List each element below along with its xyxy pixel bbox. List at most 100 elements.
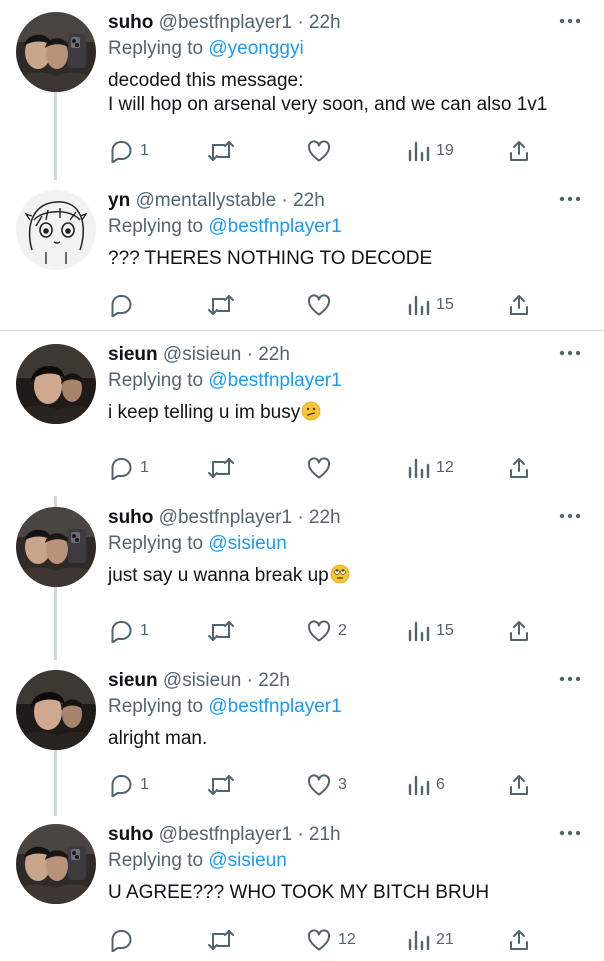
avatar[interactable] (16, 670, 96, 750)
like-button[interactable] (306, 136, 338, 166)
like-count: 3 (338, 776, 347, 793)
tweet-text: U AGREE??? WHO TOOK MY BITCH BRUH (108, 881, 489, 905)
tweet-text: i keep telling u im busy (108, 401, 321, 428)
tweet-text: just say u wanna break up (108, 564, 350, 591)
reply-icon (108, 139, 134, 163)
views-count: 15 (436, 296, 454, 313)
display-name[interactable]: suho (108, 824, 153, 845)
tweet-header: suho @bestfnplayer1 · 22h (108, 507, 341, 529)
mention-link[interactable]: @bestfnplayer1 (208, 370, 341, 391)
reply-count: 1 (140, 776, 149, 793)
like-button[interactable]: 12 (306, 925, 356, 955)
reply-icon (108, 456, 134, 480)
tweet: suho @bestfnplayer1 · 22h Replying to @ye… (0, 0, 604, 172)
action-bar: 15 (108, 290, 548, 320)
tweet: suho @bestfnplayer1 · 21h Replying to @si… (0, 812, 604, 961)
views-button[interactable]: 15 (408, 290, 454, 320)
retweet-icon (206, 456, 236, 480)
views-count: 12 (436, 459, 454, 476)
reply-button[interactable]: 1 (108, 770, 149, 800)
replying-label: Replying to (108, 696, 204, 717)
mention-link[interactable]: @bestfnplayer1 (208, 696, 341, 717)
tweet: yn @mentallystable · 22h Replying to @bes… (0, 178, 604, 326)
display-name[interactable]: sieun (108, 670, 158, 691)
display-name[interactable]: sieun (108, 344, 158, 365)
retweet-button[interactable] (206, 770, 242, 800)
replying-to: Replying to @bestfnplayer1 (108, 696, 342, 718)
avatar[interactable] (16, 344, 96, 424)
like-button[interactable] (306, 290, 338, 320)
heart-icon (306, 293, 332, 317)
avatar[interactable] (16, 190, 96, 270)
retweet-icon (206, 293, 236, 317)
mention-link[interactable]: @yeonggyi (208, 38, 303, 59)
display-name[interactable]: suho (108, 507, 153, 528)
avatar[interactable] (16, 824, 96, 904)
retweet-button[interactable] (206, 290, 242, 320)
views-count: 6 (436, 776, 445, 793)
views-icon (408, 619, 430, 643)
tweet-header: suho @bestfnplayer1 · 21h (108, 824, 341, 846)
share-button[interactable] (508, 616, 530, 646)
retweet-button[interactable] (206, 616, 242, 646)
replying-label: Replying to (108, 533, 204, 554)
reply-icon (108, 773, 134, 797)
share-button[interactable] (508, 290, 530, 320)
more-icon[interactable] (558, 346, 582, 360)
reply-icon (108, 928, 134, 952)
tweet-text-line: i keep telling u im busy (108, 402, 301, 423)
reply-button[interactable]: 1 (108, 136, 149, 166)
mention-link[interactable]: @sisieun (208, 533, 286, 554)
views-button[interactable]: 21 (408, 925, 454, 955)
more-icon[interactable] (558, 509, 582, 523)
views-count: 15 (436, 622, 454, 639)
tweet: suho @bestfnplayer1 · 22h Replying to @si… (0, 495, 604, 652)
retweet-button[interactable] (206, 453, 242, 483)
reply-button[interactable]: 1 (108, 453, 149, 483)
views-icon (408, 456, 430, 480)
heart-icon (306, 139, 332, 163)
display-name[interactable]: yn (108, 190, 130, 211)
reply-count: 1 (140, 622, 149, 639)
like-button[interactable] (306, 453, 338, 483)
heart-icon (306, 619, 332, 643)
heart-icon (306, 773, 332, 797)
reply-count: 1 (140, 142, 149, 159)
confused-face-icon (301, 401, 321, 428)
tweet-text-line: U AGREE??? WHO TOOK MY BITCH BRUH (108, 882, 490, 903)
tweet-text: ??? THERES NOTHING TO DECODE (108, 247, 432, 271)
views-button[interactable]: 15 (408, 616, 454, 646)
more-icon[interactable] (558, 672, 582, 686)
mention-link[interactable]: @sisieun (208, 850, 286, 871)
retweet-button[interactable] (206, 925, 242, 955)
share-icon (508, 773, 530, 797)
reply-button[interactable] (108, 290, 140, 320)
mention-link[interactable]: @bestfnplayer1 (208, 216, 341, 237)
like-button[interactable]: 3 (306, 770, 347, 800)
views-button[interactable]: 12 (408, 453, 454, 483)
retweet-button[interactable] (206, 136, 242, 166)
avatar[interactable] (16, 12, 96, 92)
more-icon[interactable] (558, 826, 582, 840)
replying-to: Replying to @bestfnplayer1 (108, 370, 342, 392)
display-name[interactable]: suho (108, 12, 153, 33)
share-button[interactable] (508, 453, 530, 483)
share-button[interactable] (508, 925, 530, 955)
reply-icon (108, 619, 134, 643)
share-button[interactable] (508, 770, 530, 800)
views-button[interactable]: 6 (408, 770, 445, 800)
more-icon[interactable] (558, 14, 582, 28)
views-button[interactable]: 19 (408, 136, 454, 166)
tweet-header: suho @bestfnplayer1 · 22h (108, 12, 341, 34)
replying-label: Replying to (108, 370, 204, 391)
replying-to: Replying to @sisieun (108, 850, 287, 872)
share-button[interactable] (508, 136, 530, 166)
retweet-icon (206, 773, 236, 797)
more-icon[interactable] (558, 192, 582, 206)
like-button[interactable]: 2 (306, 616, 347, 646)
avatar[interactable] (16, 507, 96, 587)
reply-button[interactable]: 1 (108, 616, 149, 646)
reply-button[interactable] (108, 925, 140, 955)
retweet-icon (206, 619, 236, 643)
like-count: 12 (338, 931, 356, 948)
